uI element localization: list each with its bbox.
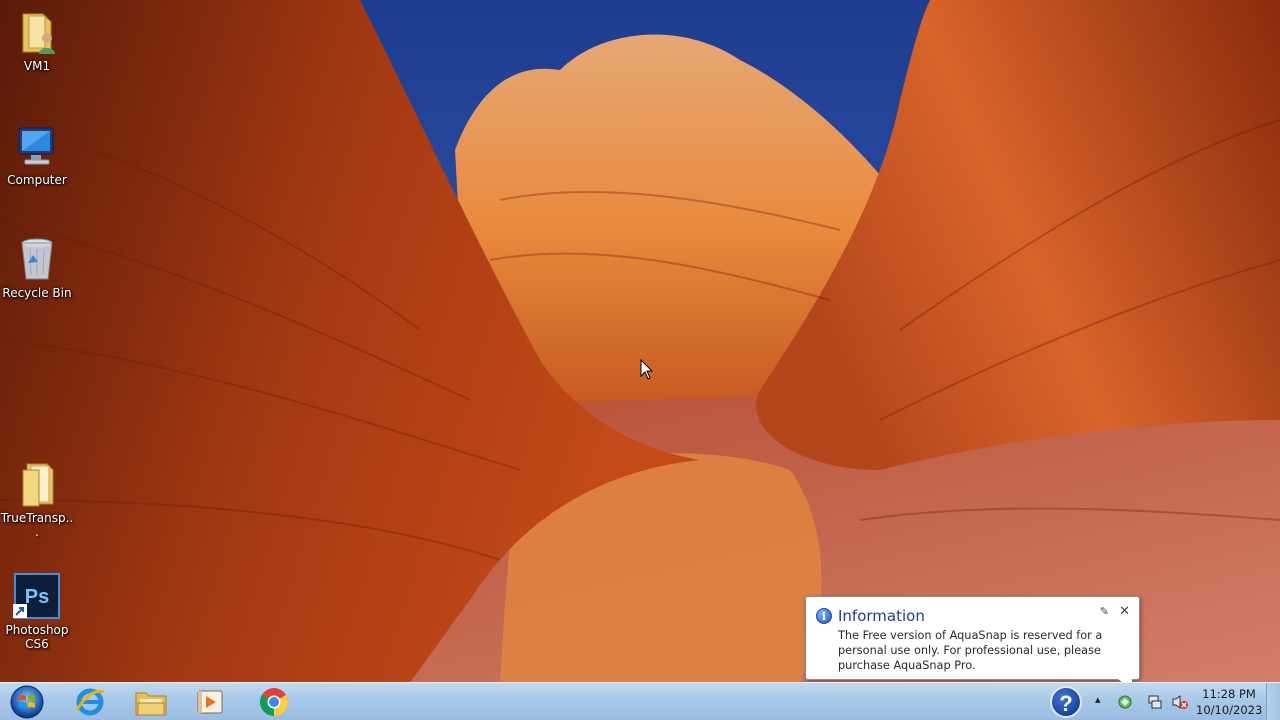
wallpaper-canyon-art: [0, 0, 1280, 682]
notification-header: i Information: [816, 607, 925, 625]
aquasnap-notification-balloon[interactable]: i Information ✎ ✕ The Free version of Aq…: [805, 596, 1140, 690]
close-button[interactable]: ✕: [1119, 603, 1130, 619]
desktop-icon-label: TrueTransp...: [0, 511, 74, 539]
file-explorer-icon: [135, 692, 167, 716]
folder-icon: [13, 460, 61, 508]
desktop-wallpaper[interactable]: [0, 0, 1280, 682]
taskbar-media-player[interactable]: [184, 684, 236, 720]
desktop-icon-truetransparency[interactable]: TrueTransp...: [0, 460, 75, 539]
taskbar-chrome[interactable]: [248, 684, 300, 720]
volume-muted-icon[interactable]: [1171, 694, 1188, 710]
desktop-icon-label: Recycle Bin: [2, 286, 72, 300]
taskbar-internet-explorer[interactable]: [64, 684, 116, 720]
photoshop-icon: Ps: [13, 572, 61, 620]
help-icon[interactable]: ?: [1050, 686, 1082, 718]
taskbar-windows-explorer[interactable]: [125, 684, 177, 720]
desktop-icon-label: Photoshop CS6: [5, 623, 69, 651]
desktop-icon-recycle-bin[interactable]: Recycle Bin: [0, 235, 75, 300]
media-player-icon: [197, 690, 223, 714]
notification-message: The Free version of AquaSnap is reserved…: [838, 629, 1103, 672]
windows-logo-icon: [10, 685, 44, 719]
desktop-icon-photoshop[interactable]: Ps Photoshop CS6: [0, 572, 75, 651]
network-icon[interactable]: [1147, 694, 1163, 710]
desktop-icon-vm1[interactable]: VM1: [0, 8, 75, 73]
desktop-icon-label: VM1: [23, 59, 51, 73]
info-icon: i: [816, 608, 832, 624]
notification-title: Information: [838, 607, 925, 625]
system-clock[interactable]: 11:28 PM 10/10/2023: [1196, 686, 1262, 718]
taskbar: ? ▴ 11:28 PM 10/10/2023: [0, 682, 1280, 720]
user-folder-icon: [13, 8, 61, 56]
computer-icon: [13, 122, 61, 170]
clock-date: 10/10/2023: [1196, 703, 1263, 717]
desktop-icon-computer[interactable]: Computer: [0, 122, 75, 187]
show-desktop-button[interactable]: [1266, 683, 1280, 720]
start-button[interactable]: [6, 684, 48, 720]
mouse-cursor-icon: [640, 358, 654, 386]
clock-time: 11:28 PM: [1202, 687, 1256, 701]
internet-explorer-icon: [75, 688, 105, 716]
desktop-icon-label: Computer: [7, 173, 67, 187]
chrome-icon: [260, 688, 288, 716]
show-hidden-icons-button[interactable]: ▴: [1095, 693, 1107, 709]
aquasnap-tray-icon[interactable]: [1117, 694, 1133, 710]
pin-icon[interactable]: ✎: [1100, 605, 1109, 618]
recycle-bin-icon: [13, 235, 61, 283]
svg-text:Ps: Ps: [25, 586, 49, 608]
